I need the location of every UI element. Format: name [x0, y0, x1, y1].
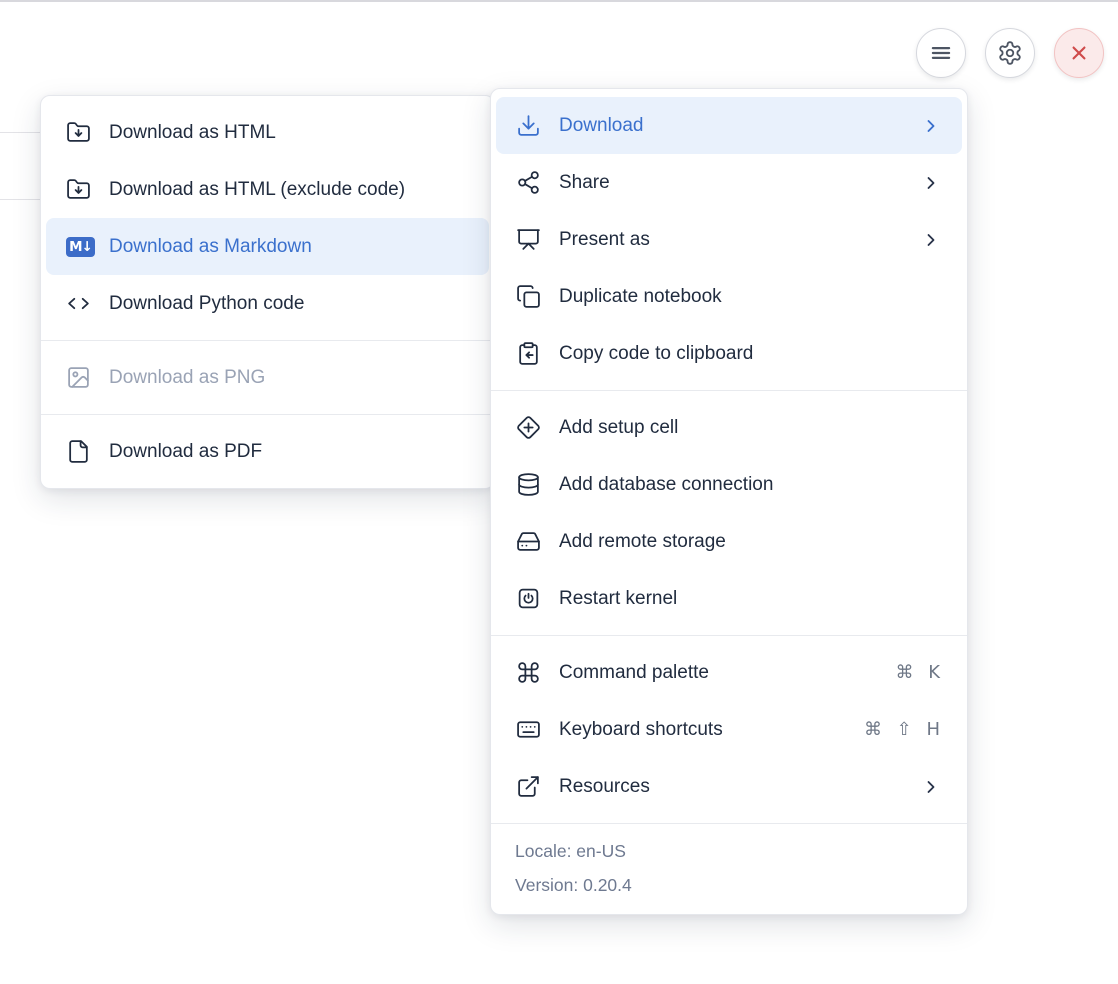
submenu-section-formats: Download as HTML Download as HTML (exclu…	[41, 96, 494, 340]
share-icon	[516, 170, 541, 195]
file-icon	[66, 439, 91, 464]
menu-item-duplicate-notebook[interactable]: Duplicate notebook	[496, 268, 962, 325]
clipboard-paste-icon	[516, 341, 541, 366]
locale-text: Locale: en-US	[515, 834, 943, 868]
close-icon	[1066, 40, 1092, 66]
menu-item-add-remote-storage[interactable]: Add remote storage	[496, 513, 962, 570]
menu-item-label: Download as Markdown	[109, 236, 312, 258]
menu-item-label: Download as HTML (exclude code)	[109, 179, 405, 201]
menu-item-download-as-html-exclude-code[interactable]: Download as HTML (exclude code)	[46, 161, 489, 218]
menu-item-resources[interactable]: Resources	[496, 758, 962, 815]
gear-icon	[997, 40, 1023, 66]
download-submenu: Download as HTML Download as HTML (exclu…	[40, 95, 495, 489]
shutdown-button[interactable]	[1054, 28, 1104, 78]
background-cell-border	[0, 199, 42, 200]
command-icon	[516, 660, 541, 685]
image-icon	[66, 365, 91, 390]
menu-item-restart-kernel[interactable]: Restart kernel	[496, 570, 962, 627]
menu-item-label: Download Python code	[109, 293, 304, 315]
menu-item-present-as[interactable]: Present as	[496, 211, 962, 268]
menu-item-download-as-png: Download as PNG	[46, 349, 489, 406]
menu-item-add-database-connection[interactable]: Add database connection	[496, 456, 962, 513]
menu-item-label: Keyboard shortcuts	[559, 719, 723, 741]
menu-item-label: Resources	[559, 776, 650, 798]
markdown-icon: M↓	[66, 237, 95, 257]
duplicate-icon	[516, 284, 541, 309]
menu-section-help: Command palette ⌘ K Keyboard shortcuts ⌘…	[491, 635, 967, 823]
menu-item-label: Download as PDF	[109, 441, 262, 463]
menu-section-share-export: Download Share Present as Duplicate note…	[491, 89, 967, 390]
keyboard-icon	[516, 717, 541, 742]
window-top-border	[0, 0, 1118, 2]
menu-item-label: Command palette	[559, 662, 709, 684]
menu-footer: Locale: en-US Version: 0.20.4	[491, 823, 967, 914]
menu-item-share[interactable]: Share	[496, 154, 962, 211]
menu-item-download[interactable]: Download	[496, 97, 962, 154]
hamburger-icon	[928, 40, 954, 66]
menu-item-copy-code-to-clipboard[interactable]: Copy code to clipboard	[496, 325, 962, 382]
menu-item-label: Download	[559, 115, 644, 137]
notebook-actions-menu: Download Share Present as Duplicate note…	[490, 88, 968, 915]
code-icon	[66, 291, 91, 316]
menu-item-label: Download as HTML	[109, 122, 276, 144]
external-link-icon	[516, 774, 541, 799]
chevron-right-icon	[921, 777, 941, 797]
chevron-right-icon	[921, 116, 941, 136]
menu-item-label: Add remote storage	[559, 531, 726, 553]
diamond-plus-icon	[516, 415, 541, 440]
chevron-right-icon	[921, 173, 941, 193]
menu-item-label: Add database connection	[559, 474, 773, 496]
menu-item-download-as-markdown[interactable]: M↓ Download as Markdown	[46, 218, 489, 275]
submenu-section-png: Download as PNG	[41, 340, 494, 414]
presentation-icon	[516, 227, 541, 252]
shortcut-command-shift-h: ⌘ ⇧ H	[864, 719, 941, 740]
version-text: Version: 0.20.4	[515, 868, 943, 902]
menu-item-keyboard-shortcuts[interactable]: Keyboard shortcuts ⌘ ⇧ H	[496, 701, 962, 758]
menu-item-download-as-pdf[interactable]: Download as PDF	[46, 423, 489, 480]
settings-button[interactable]	[985, 28, 1035, 78]
submenu-section-pdf: Download as PDF	[41, 414, 494, 488]
notebook-menu-button[interactable]	[916, 28, 966, 78]
menu-item-label: Download as PNG	[109, 367, 265, 389]
power-square-icon	[516, 586, 541, 611]
menu-item-add-setup-cell[interactable]: Add setup cell	[496, 399, 962, 456]
menu-item-label: Add setup cell	[559, 417, 678, 439]
menu-item-download-as-html[interactable]: Download as HTML	[46, 104, 489, 161]
folder-down-icon	[66, 120, 91, 145]
menu-item-label: Duplicate notebook	[559, 286, 722, 308]
menu-item-label: Copy code to clipboard	[559, 343, 753, 365]
download-icon	[516, 113, 541, 138]
background-cell-border	[0, 132, 42, 133]
menu-section-notebook: Add setup cell Add database connection A…	[491, 390, 967, 635]
database-icon	[516, 472, 541, 497]
shortcut-command-k: ⌘ K	[895, 662, 941, 683]
menu-item-label: Share	[559, 172, 610, 194]
menu-item-command-palette[interactable]: Command palette ⌘ K	[496, 644, 962, 701]
folder-down-icon	[66, 177, 91, 202]
menu-item-download-python-code[interactable]: Download Python code	[46, 275, 489, 332]
menu-item-label: Present as	[559, 229, 650, 251]
chevron-right-icon	[921, 230, 941, 250]
hard-drive-icon	[516, 529, 541, 554]
menu-item-label: Restart kernel	[559, 588, 677, 610]
